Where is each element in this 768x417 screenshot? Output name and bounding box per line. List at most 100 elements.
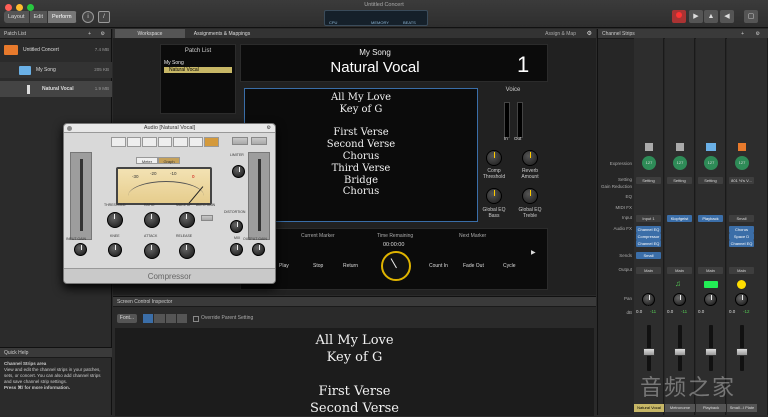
override-checkbox[interactable] <box>193 316 199 322</box>
instrument-icon <box>645 143 653 151</box>
align-left-icon[interactable] <box>143 314 154 323</box>
channel-name[interactable]: Natural Vocal <box>634 404 664 412</box>
auto-gain-button[interactable] <box>201 215 213 221</box>
stop-transport-button[interactable]: Stop <box>313 263 323 269</box>
align-center-icon[interactable] <box>154 314 165 323</box>
channel-strip[interactable]: 127 801 ½'s V... Small Chorus Space D Ch… <box>727 38 768 415</box>
input-slot[interactable]: Playback <box>698 215 723 222</box>
play-button[interactable]: ▶ <box>689 10 703 23</box>
channel-strip[interactable]: 127 Setting Klopfgeist Main ♫ 0.0 -11 Me… <box>665 38 695 415</box>
setting-button[interactable]: Setting <box>636 177 661 184</box>
tuner-icon[interactable]: / <box>98 11 110 23</box>
perform-patch-list[interactable]: Patch List My Song Natural Vocal <box>160 44 236 114</box>
record-button[interactable] <box>672 10 686 23</box>
mode-layout[interactable]: Layout <box>4 11 30 23</box>
mode-edit[interactable]: Edit <box>30 11 48 23</box>
list-item[interactable]: My Song 205 KB <box>0 62 112 78</box>
knee-knob[interactable] <box>108 243 122 257</box>
patch-list-entry-selected[interactable]: Natural Vocal <box>164 67 232 73</box>
expression-knob[interactable]: 127 <box>704 156 718 170</box>
expression-knob[interactable]: 127 <box>642 156 656 170</box>
send-slot[interactable]: Small <box>636 252 661 259</box>
quick-help-header: Quick Help <box>0 348 112 358</box>
play-arrow-icon[interactable]: ▶ <box>531 249 536 256</box>
mix-knob[interactable] <box>230 243 243 256</box>
fx-slot[interactable]: Chorus <box>729 226 754 233</box>
input-gain-knob[interactable] <box>74 243 87 256</box>
volume-fader[interactable] <box>736 348 748 356</box>
global-eq-bass-knob[interactable] <box>486 188 502 204</box>
channel-strip[interactable]: 127 Setting Input 1 Channel EQ Compresso… <box>634 38 664 415</box>
mode-segmented-control[interactable]: Layout Edit Perform <box>4 11 77 23</box>
output-slot[interactable]: Main <box>667 267 692 274</box>
setting-button[interactable]: Setting <box>698 177 723 184</box>
cycle-button[interactable]: Cycle <box>503 263 516 269</box>
meter-mode-button[interactable]: Meter <box>136 157 158 164</box>
fx-slot[interactable]: Channel EQ <box>636 226 661 233</box>
pan-knob[interactable] <box>673 293 686 306</box>
add-icon[interactable]: + <box>88 29 91 39</box>
font-button[interactable]: Font... <box>117 314 137 323</box>
play-transport-button[interactable]: Play <box>279 263 289 269</box>
channel-name[interactable]: Playback <box>696 404 726 412</box>
fx-slot[interactable]: Space D <box>729 233 754 240</box>
model-buttons[interactable] <box>111 137 220 147</box>
meter-graph-toggle[interactable]: Meter Graph <box>136 157 180 164</box>
global-eq-treble-knob[interactable] <box>522 188 538 204</box>
side-chain-button[interactable] <box>232 137 248 145</box>
fade-out-button[interactable]: Fade Out <box>463 263 484 269</box>
output-slot[interactable]: Main <box>698 267 723 274</box>
panic-button[interactable]: ◀ <box>720 10 734 23</box>
output-slot[interactable]: Main <box>636 267 661 274</box>
bypass-button[interactable] <box>251 137 267 145</box>
channel-name[interactable]: Metronome <box>665 404 695 412</box>
pan-knob[interactable] <box>642 293 655 306</box>
reverb-amount-knob[interactable] <box>522 150 538 166</box>
list-item[interactable]: Natural Vocal 1.9 MB <box>0 81 112 97</box>
align-right-icon[interactable] <box>165 314 176 323</box>
output-slot[interactable]: Main <box>729 267 754 274</box>
plugin-settings-icon[interactable]: ⚙ <box>267 125 271 131</box>
expression-knob[interactable]: 127 <box>673 156 687 170</box>
count-in-button[interactable]: Count In <box>429 263 448 269</box>
fx-slot[interactable]: Channel EQ <box>729 240 754 247</box>
plugin-window[interactable]: Audio [Natural Vocal] ⚙ INPUT GAIN OUTPU… <box>63 123 276 284</box>
view-button[interactable]: ▢ <box>744 10 758 23</box>
setting-button[interactable]: 801 ½'s V... <box>729 177 754 184</box>
channel-strip[interactable]: 127 Setting Playback Main 0.0 Playback <box>696 38 726 415</box>
attack-knob[interactable] <box>144 243 160 259</box>
fx-slot[interactable]: Channel EQ <box>636 240 661 247</box>
comp-threshold-knob[interactable] <box>486 150 502 166</box>
release-knob[interactable] <box>179 243 195 259</box>
return-transport-button[interactable]: Return <box>343 263 358 269</box>
channel-name[interactable]: Small...l Plate <box>727 404 757 412</box>
patch-list-entry[interactable]: My Song <box>164 60 232 66</box>
distortion-knob[interactable] <box>230 220 243 233</box>
expression-knob[interactable]: 127 <box>735 156 749 170</box>
mode-perform[interactable]: Perform <box>48 11 77 23</box>
inspector-text-editor[interactable]: All My Love Key of G First Verse Second … <box>115 328 594 416</box>
volume-fader[interactable] <box>705 348 717 356</box>
input-slot[interactable]: Input 1 <box>636 215 661 222</box>
gear-icon[interactable]: ⚙ <box>101 29 105 39</box>
volume-fader[interactable] <box>674 348 686 356</box>
graph-mode-button[interactable]: Graph <box>158 157 180 164</box>
output-gain-knob[interactable] <box>252 243 265 256</box>
volume-fader[interactable] <box>643 348 655 356</box>
list-item[interactable]: Untitled Concert 7.4 MB <box>0 42 112 58</box>
metronome-button[interactable]: ▲ <box>704 10 718 23</box>
pan-knob[interactable] <box>704 293 717 306</box>
info-icon[interactable]: i <box>82 11 94 23</box>
input-slot[interactable]: Small <box>729 215 754 222</box>
threshold-limit-knob[interactable] <box>232 165 245 178</box>
setting-button[interactable]: Setting <box>667 177 692 184</box>
input-slot[interactable]: Klopfgeist <box>667 215 692 222</box>
pan-knob[interactable] <box>735 293 748 306</box>
fx-slot[interactable]: Compressor <box>636 233 661 240</box>
make-up-knob[interactable] <box>179 212 195 228</box>
lyrics-text-box[interactable]: All My Love Key of G First Verse Second … <box>244 88 478 222</box>
ratio-knob[interactable] <box>144 212 160 228</box>
alignment-control[interactable] <box>143 314 187 323</box>
align-justify-icon[interactable] <box>176 314 187 323</box>
threshold-knob[interactable] <box>107 212 123 228</box>
